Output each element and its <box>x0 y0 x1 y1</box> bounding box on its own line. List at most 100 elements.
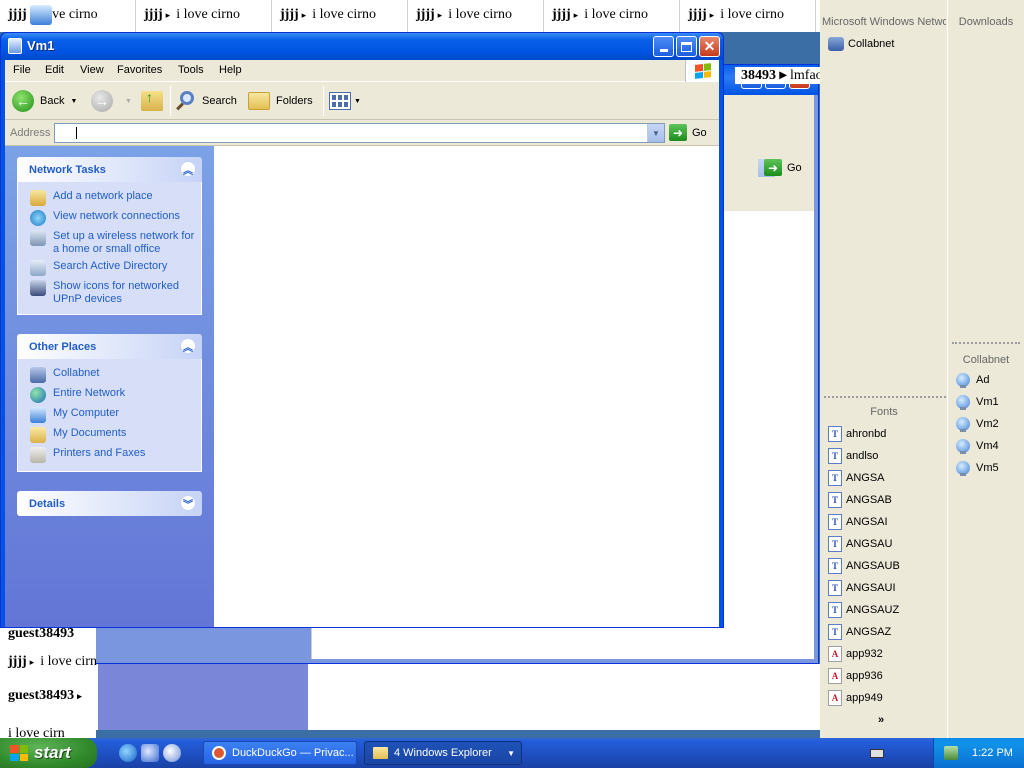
computer-icon <box>956 461 970 476</box>
search-directory-icon <box>30 260 46 276</box>
chat-tab[interactable]: jjjj ve cirno <box>0 0 136 32</box>
folder-icon <box>373 747 388 759</box>
menu-favorites[interactable]: Favorites <box>117 64 162 76</box>
more-chevron-button[interactable]: » <box>878 710 884 730</box>
place-printers-faxes[interactable]: Printers and Faxes <box>18 445 201 465</box>
back-arrow-icon: ← <box>12 90 34 112</box>
globe-icon <box>30 387 46 403</box>
place-my-computer[interactable]: My Computer <box>18 405 201 425</box>
chat-user[interactable]: guest38493 <box>8 626 74 642</box>
address-dropdown-button[interactable]: ▼ <box>647 124 664 142</box>
list-item[interactable]: Vm2 <box>956 414 999 434</box>
list-item[interactable]: Vm5 <box>956 458 999 478</box>
collapse-icon[interactable]: ︽ <box>180 161 196 177</box>
list-item[interactable]: Aapp949 <box>828 688 883 708</box>
minimize-button[interactable] <box>653 36 674 57</box>
truetype-font-icon: T <box>828 470 842 486</box>
network-tray-icon[interactable] <box>944 746 958 760</box>
collapse-icon[interactable]: ︽ <box>180 338 196 354</box>
expand-icon[interactable]: ︾ <box>180 495 196 511</box>
system-tray: 1:22 PM <box>933 738 1024 768</box>
list-item[interactable]: Vm1 <box>956 392 999 412</box>
forward-button[interactable]: → ▼ <box>91 89 132 113</box>
maximize-button[interactable] <box>676 36 697 57</box>
chevron-down-icon: ▼ <box>652 128 660 138</box>
list-item[interactable]: Vm4 <box>956 436 999 456</box>
list-item[interactable]: T ANGSAB <box>828 490 892 510</box>
chat-tab[interactable]: jjjj ▸ i love cirno <box>136 0 272 32</box>
back-go-button[interactable]: ➜ Go <box>764 159 802 176</box>
clock[interactable]: 1:22 PM <box>972 747 1013 759</box>
up-folder-icon: ↑ <box>141 89 163 111</box>
downloads-header: Downloads <box>958 16 1014 28</box>
menu-edit[interactable]: Edit <box>45 64 64 76</box>
address-input[interactable]: ▼ <box>54 123 665 143</box>
menu-tools[interactable]: Tools <box>178 64 204 76</box>
list-item[interactable]: T ANGSA <box>828 468 885 488</box>
task-show-upnp-icons[interactable]: Show icons for networked UPnP devices <box>18 278 201 308</box>
chevron-down-icon[interactable]: ▼ <box>70 98 77 105</box>
other-places-header[interactable]: Other Places ︽ <box>17 334 202 359</box>
media-player-icon[interactable] <box>163 744 181 762</box>
explorer-window[interactable]: Vm1 ✕ File Edit View Favorites Tools Hel… <box>0 32 724 628</box>
chat-tab[interactable]: jjjj ▸ i love cirno <box>544 0 680 32</box>
chat-tab[interactable]: jjjj ▸ i love cirno <box>408 0 544 32</box>
task-add-network-place[interactable]: Add a network place <box>18 188 201 208</box>
network-tasks-header[interactable]: Network Tasks ︽ <box>17 157 202 182</box>
chat-row[interactable]: guest38493 ▸ <box>8 688 88 704</box>
internet-explorer-icon[interactable] <box>119 744 137 762</box>
chevron-down-icon[interactable]: ▼ <box>125 98 132 105</box>
list-item[interactable]: Tandlso <box>828 446 878 466</box>
list-item[interactable]: Collabnet <box>828 34 894 54</box>
back-button[interactable]: ← Back ▼ <box>12 89 77 113</box>
media-icon[interactable] <box>141 744 159 762</box>
standard-toolbar: ← Back ▼ → ▼ ↑ Search Folders ▼ <box>5 82 719 120</box>
window-body: Network Tasks ︽ Add a network place View… <box>5 146 719 627</box>
add-network-place-icon <box>30 190 46 206</box>
menu-file[interactable]: File <box>13 64 31 76</box>
computer-icon <box>8 38 22 54</box>
list-item[interactable]: T ANGSAUB <box>828 556 900 576</box>
list-item[interactable]: T ANGSAUI <box>828 578 896 598</box>
start-button[interactable]: start <box>0 738 97 768</box>
chat-tab[interactable]: jjjj ▸ i love cirno <box>272 0 408 32</box>
up-folder-button[interactable]: ↑ <box>141 89 163 113</box>
list-item[interactable]: T ANGSAI <box>828 512 888 532</box>
folder-content-area[interactable] <box>214 146 719 627</box>
chevron-down-icon[interactable]: ▼ <box>354 98 361 105</box>
maximize-icon <box>681 41 692 52</box>
upnp-devices-icon <box>30 280 46 296</box>
task-view-network-connections[interactable]: View network connections <box>18 208 201 228</box>
list-item[interactable]: T ANGSAZ <box>828 622 891 642</box>
truetype-font-icon: T <box>828 514 842 530</box>
menu-view[interactable]: View <box>80 64 104 76</box>
keyboard-icon[interactable] <box>870 749 884 758</box>
list-item[interactable]: T ANGSAU <box>828 534 892 554</box>
views-button[interactable]: ▼ <box>329 89 361 113</box>
chat-tab[interactable]: jjjj ▸ i love cirno <box>680 0 816 32</box>
place-entire-network[interactable]: Entire Network <box>18 385 201 405</box>
font-icon: A <box>828 690 842 706</box>
taskbar-button-duckduckgo[interactable]: DuckDuckGo — Privac... <box>203 741 357 765</box>
list-item[interactable]: Ad <box>956 370 989 390</box>
background-chat-strip: jjjj ve cirno jjjj ▸ i love cirno jjjj ▸ i l… <box>0 0 820 32</box>
details-header[interactable]: Details ︾ <box>17 491 202 516</box>
task-search-active-directory[interactable]: Search Active Directory <box>18 258 201 278</box>
close-button[interactable]: ✕ <box>699 36 720 57</box>
place-collabnet[interactable]: Collabnet <box>18 365 201 385</box>
list-item[interactable]: Aapp936 <box>828 666 883 686</box>
window-titlebar[interactable]: Vm1 ✕ <box>1 33 723 60</box>
list-item[interactable]: Aapp932 <box>828 644 883 664</box>
go-button[interactable]: ➜ Go <box>669 124 707 141</box>
list-item[interactable]: Tahronbd <box>828 424 886 444</box>
fonts-header: Fonts <box>870 406 898 418</box>
folders-button[interactable]: Folders <box>248 89 313 113</box>
chat-row[interactable]: jjjj ▸ i love cirn <box>8 654 97 670</box>
search-button[interactable]: Search <box>176 89 237 113</box>
task-setup-wireless[interactable]: Set up a wireless network for a home or … <box>18 228 201 258</box>
taskbar-button-windows-explorer[interactable]: 4 Windows Explorer ▼ <box>364 741 522 765</box>
list-item[interactable]: T ANGSAUZ <box>828 600 899 620</box>
duckduckgo-icon <box>212 746 226 760</box>
place-my-documents[interactable]: My Documents <box>18 425 201 445</box>
menu-help[interactable]: Help <box>219 64 242 76</box>
